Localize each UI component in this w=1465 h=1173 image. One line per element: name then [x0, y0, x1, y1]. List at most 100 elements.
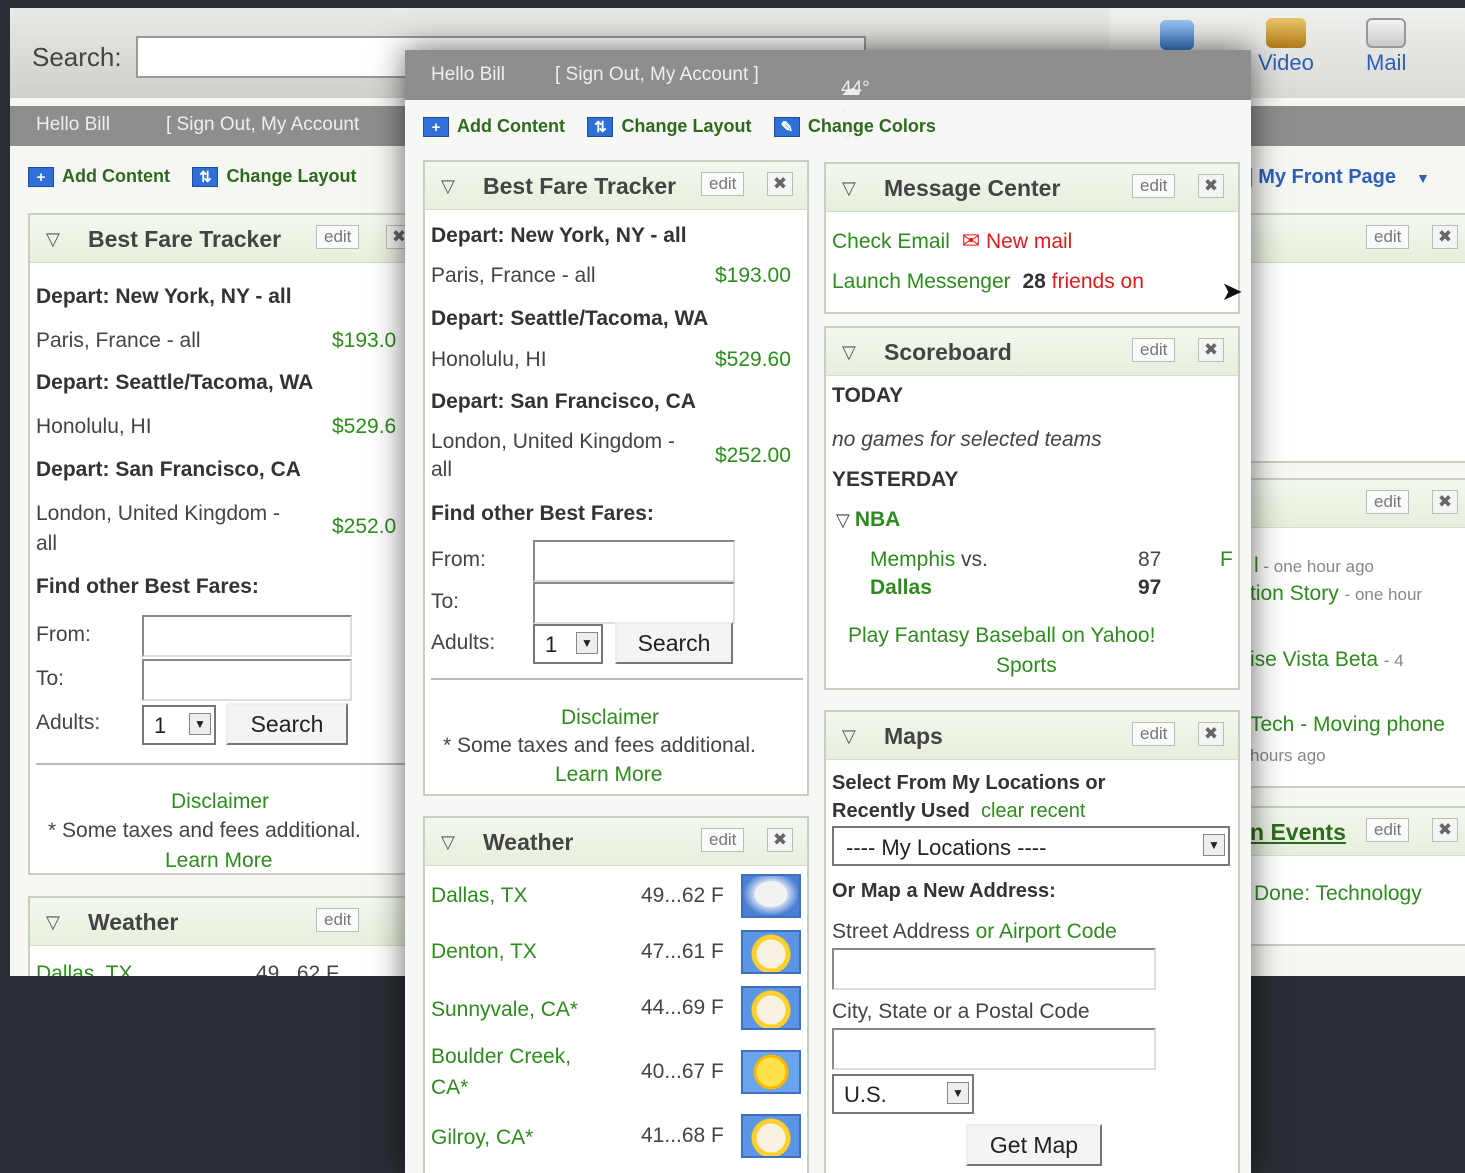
- collapse-icon[interactable]: ▽: [441, 832, 455, 853]
- edit-button[interactable]: edit: [1366, 490, 1410, 514]
- collapse-icon[interactable]: ▽: [842, 342, 856, 363]
- edit-button[interactable]: edit: [1366, 818, 1410, 842]
- change-layout-button[interactable]: ⇅ Change Layout: [587, 116, 751, 137]
- my-front-page-link[interactable]: ] My Front Page ▼: [1246, 166, 1430, 189]
- edit-button[interactable]: edit: [316, 908, 360, 932]
- weather-module: ▽ Weather edit ✖ Dallas, TX 49...62 F De…: [423, 816, 809, 1173]
- to-input[interactable]: [533, 582, 735, 624]
- foreground-window: Hello Bill [ Sign Out, My Account ] ☁ 44…: [405, 50, 1251, 1173]
- search-label: Search:: [32, 42, 122, 72]
- module-title: Scoreboard: [884, 339, 1012, 365]
- collapse-icon: ▽: [836, 510, 855, 530]
- message-center-module: ▽ Message Center edit ✖ Check Email ✉ Ne…: [824, 162, 1240, 314]
- launch-messenger-link[interactable]: Launch Messenger: [832, 270, 1011, 293]
- module-title: Message Center: [884, 175, 1061, 201]
- close-icon[interactable]: ✖: [1432, 225, 1458, 249]
- scoreboard-module: ▽ Scoreboard edit ✖ TODAY no games for s…: [824, 326, 1240, 690]
- close-icon[interactable]: ✖: [1198, 174, 1224, 198]
- account-links[interactable]: [ Sign Out, My Account: [166, 114, 359, 136]
- nav-mail[interactable]: Mail: [1366, 18, 1406, 76]
- adults-select[interactable]: 1 ▼: [533, 624, 603, 664]
- league-toggle[interactable]: ▽ NBA: [836, 508, 900, 532]
- plus-icon: +: [28, 166, 54, 187]
- rain-cloud-icon: [741, 874, 801, 918]
- chevron-down-icon: ▼: [189, 713, 211, 735]
- collapse-icon[interactable]: ▽: [441, 176, 455, 197]
- collapse-icon[interactable]: ▽: [842, 726, 856, 747]
- mail-icon: [1366, 18, 1407, 48]
- collapse-icon[interactable]: ▽: [842, 178, 856, 199]
- bg-fare-tracker-module: ▽ Best Fare Tracker edit ✖ Depart: New Y…: [28, 213, 428, 875]
- mouse-cursor-icon: ➤: [1221, 276, 1243, 306]
- page-actions: + Add Content ⇅ Change Layout ✎ Change Colo…: [423, 116, 954, 137]
- fare-price[interactable]: $193.00: [715, 264, 791, 288]
- music-icon[interactable]: [1160, 20, 1194, 52]
- bg-right-module-1: edit ✖: [1244, 213, 1465, 463]
- fare-price[interactable]: $529.60: [715, 348, 791, 372]
- learn-more-link[interactable]: Learn More: [555, 763, 662, 787]
- bg-events-module: n Events edit ✖ Done: Technology: [1244, 806, 1465, 946]
- weather-city[interactable]: Boulder Creek,: [431, 1045, 571, 1069]
- edit-button[interactable]: edit: [1132, 174, 1176, 198]
- bg-weather-module: ▽ Weather edit Dallas, TX 49...62 F: [28, 896, 428, 976]
- account-links[interactable]: [ Sign Out, My Account ]: [555, 64, 759, 86]
- fare-tracker-module: ▽ Best Fare Tracker edit ✖ Depart: New Y…: [423, 160, 809, 796]
- from-input[interactable]: [533, 540, 735, 582]
- hazy-sun-icon: [741, 1114, 801, 1158]
- weather-city[interactable]: Denton, TX: [431, 940, 537, 964]
- maps-module: ▽ Maps edit ✖ Select From My Locations o…: [824, 710, 1240, 1173]
- search-button[interactable]: Search: [226, 703, 348, 745]
- weather-city[interactable]: Gilroy, CA*: [431, 1126, 533, 1150]
- close-icon[interactable]: ✖: [1432, 490, 1458, 514]
- my-locations-select[interactable]: ---- My Locations ---- ▼: [832, 826, 1230, 866]
- from-input[interactable]: [142, 615, 352, 657]
- edit-button[interactable]: edit: [1132, 722, 1176, 746]
- video-icon: [1265, 18, 1306, 48]
- close-icon[interactable]: ✖: [767, 828, 793, 852]
- city-input[interactable]: [832, 1028, 1156, 1070]
- nav-video[interactable]: Video: [1258, 18, 1314, 76]
- close-icon[interactable]: ✖: [1198, 722, 1224, 746]
- disclaimer-link[interactable]: Disclaimer: [561, 706, 659, 730]
- close-icon[interactable]: ✖: [1432, 818, 1458, 842]
- fare-price[interactable]: $252.00: [715, 444, 791, 468]
- chevron-down-icon: ▼: [576, 632, 598, 654]
- get-map-button[interactable]: Get Map: [966, 1124, 1102, 1166]
- new-mail-icon: ✉: [961, 228, 981, 253]
- hazy-sun-icon: [741, 986, 801, 1030]
- collapse-icon[interactable]: ▽: [46, 229, 60, 250]
- search-button[interactable]: Search: [615, 622, 733, 664]
- greeting: Hello Bill: [36, 114, 110, 135]
- country-select[interactable]: U.S. ▼: [832, 1074, 974, 1114]
- edit-button[interactable]: edit: [1366, 225, 1410, 249]
- plus-icon: +: [423, 116, 449, 137]
- edit-button[interactable]: edit: [1132, 338, 1176, 362]
- close-icon[interactable]: ✖: [767, 172, 793, 196]
- edit-button[interactable]: edit: [316, 225, 360, 249]
- greeting: Hello Bill: [431, 64, 505, 85]
- fantasy-promo-link[interactable]: Play Fantasy Baseball on Yahoo!: [848, 624, 1155, 648]
- clear-recent-link[interactable]: clear recent: [981, 800, 1086, 822]
- module-title: Best Fare Tracker: [88, 226, 282, 252]
- bg-news-module: edit ✖ l - one hour ago tion Story - one…: [1244, 478, 1465, 788]
- street-address-input[interactable]: [832, 948, 1156, 990]
- to-input[interactable]: [142, 659, 352, 701]
- background-actions: + Add Content ⇅ Change Layout: [28, 166, 374, 187]
- weather-city[interactable]: Sunnyvale, CA*: [431, 998, 578, 1022]
- close-icon[interactable]: ✖: [1198, 338, 1224, 362]
- edit-button[interactable]: edit: [701, 172, 745, 196]
- chevron-down-icon: ▼: [1203, 834, 1225, 856]
- layout-icon: ⇅: [587, 116, 614, 137]
- user-bar: Hello Bill [ Sign Out, My Account ] ☁ 44…: [405, 50, 1251, 143]
- add-content-button[interactable]: + Add Content: [28, 166, 170, 187]
- collapse-icon[interactable]: ▽: [46, 912, 60, 933]
- adults-select[interactable]: 1 ▼: [142, 705, 216, 745]
- new-mail-link[interactable]: New mail: [986, 230, 1072, 253]
- add-content-button[interactable]: + Add Content: [423, 116, 565, 137]
- weather-city[interactable]: Dallas, TX: [431, 884, 527, 908]
- change-layout-button[interactable]: ⇅ Change Layout: [192, 166, 356, 187]
- check-email-link[interactable]: Check Email: [832, 230, 950, 253]
- sun-icon: [741, 1050, 801, 1094]
- edit-button[interactable]: edit: [701, 828, 745, 852]
- change-colors-button[interactable]: ✎ Change Colors: [773, 116, 936, 137]
